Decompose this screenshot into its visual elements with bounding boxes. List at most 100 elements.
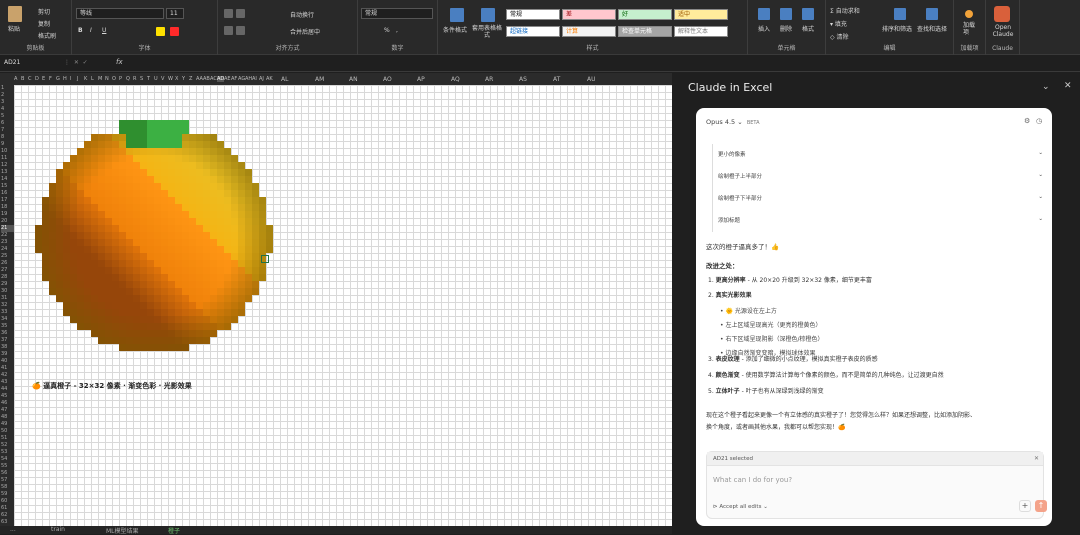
selected-cell-ad21[interactable] <box>261 255 269 263</box>
row-header[interactable]: 37 <box>1 337 7 344</box>
conditional-format-button[interactable]: 条件格式 <box>443 25 467 34</box>
bold-button[interactable]: B <box>78 27 83 34</box>
column-header[interactable]: Z <box>189 76 192 82</box>
percent-button[interactable]: % <box>384 27 390 34</box>
row-header[interactable]: 29 <box>1 281 7 288</box>
row-header[interactable]: 34 <box>1 316 7 323</box>
column-header[interactable]: O <box>112 76 116 82</box>
row-header[interactable]: 26 <box>1 260 7 267</box>
row-header[interactable]: 27 <box>1 267 7 274</box>
column-header[interactable]: B <box>21 76 24 82</box>
italic-button[interactable]: I <box>90 27 92 34</box>
column-header[interactable]: AN <box>349 76 358 83</box>
column-header[interactable]: AQ <box>451 76 460 83</box>
close-icon[interactable]: ✕ <box>1064 81 1072 91</box>
column-header[interactable]: AP <box>417 76 425 83</box>
row-header[interactable]: 14 <box>1 176 7 183</box>
column-header[interactable]: AS <box>519 76 527 83</box>
row-header[interactable]: 12 <box>1 162 7 169</box>
row-header[interactable]: 20 <box>1 218 7 225</box>
step-item[interactable]: 更小的像素 ⌄ <box>718 150 1043 158</box>
row-header[interactable]: 54 <box>1 456 7 463</box>
column-header[interactable]: A <box>14 76 17 82</box>
row-header[interactable]: 1 <box>1 85 4 92</box>
font-color-icon[interactable] <box>170 27 179 36</box>
conditional-format-icon[interactable] <box>450 8 464 22</box>
column-header[interactable]: I <box>70 76 71 82</box>
row-header[interactable]: 57 <box>1 477 7 484</box>
row-header[interactable]: 4 <box>1 106 4 113</box>
sort-filter-icon[interactable] <box>894 8 906 20</box>
row-header[interactable]: 43 <box>1 379 7 386</box>
row-header[interactable]: 46 <box>1 400 7 407</box>
step-item[interactable]: 绘制橙子上半部分 ⌄ <box>718 172 1043 180</box>
cell-style-7[interactable]: 解释性文本 <box>674 26 728 37</box>
row-header[interactable]: 25 <box>1 253 7 260</box>
row-header[interactable]: 60 <box>1 498 7 505</box>
row-header[interactable]: 47 <box>1 407 7 414</box>
row-header[interactable]: 5 <box>1 113 4 120</box>
row-header[interactable]: 50 <box>1 428 7 435</box>
column-header[interactable]: V <box>161 76 164 82</box>
column-header[interactable]: F <box>49 76 52 82</box>
format-as-table-button[interactable]: 套用表格格式 <box>472 25 502 39</box>
row-header[interactable]: 58 <box>1 484 7 491</box>
column-header[interactable]: AK <box>266 76 273 82</box>
cell-style-3[interactable]: 适中 <box>674 9 728 20</box>
column-header[interactable]: G <box>56 76 60 82</box>
column-header[interactable]: AJ <box>259 76 264 82</box>
row-header[interactable]: 61 <box>1 505 7 512</box>
column-header[interactable]: AI <box>252 76 257 82</box>
row-header[interactable]: 52 <box>1 442 7 449</box>
column-header[interactable]: L <box>91 76 94 82</box>
row-header[interactable]: 6 <box>1 120 4 127</box>
row-header[interactable]: 53 <box>1 449 7 456</box>
row-header[interactable]: 55 <box>1 463 7 470</box>
column-header[interactable]: C <box>28 76 32 82</box>
row-header[interactable]: 2 <box>1 92 4 99</box>
history-icon[interactable]: ◷ <box>1036 117 1042 125</box>
sort-filter-button[interactable]: 排序和筛选 <box>882 24 912 33</box>
merge-center-button[interactable]: 合并后居中 <box>290 27 320 36</box>
row-header[interactable]: 22 <box>1 232 7 239</box>
column-header[interactable]: W <box>168 76 173 82</box>
cell-style-6[interactable]: 检查单元格 <box>618 26 672 37</box>
delete-icon[interactable] <box>780 8 792 20</box>
column-header[interactable]: T <box>147 76 150 82</box>
row-header[interactable]: 7 <box>1 127 4 134</box>
step-item[interactable]: 绘制橙子下半部分 ⌄ <box>718 194 1043 202</box>
row-header[interactable]: 3 <box>1 99 4 106</box>
align-left-icon[interactable] <box>224 26 233 35</box>
cell-style-2[interactable]: 好 <box>618 9 672 20</box>
column-header[interactable]: Q <box>126 76 130 82</box>
cell-area[interactable]: 🍊 逼真橙子 - 32×32 像素 · 渐变色彩 · 光影效果 <box>14 85 672 526</box>
row-header[interactable]: 40 <box>1 358 7 365</box>
column-header[interactable]: R <box>133 76 136 82</box>
autosum-button[interactable]: Σ 自动求和 <box>830 6 860 15</box>
row-header[interactable]: 33 <box>1 309 7 316</box>
name-box[interactable]: AD21 <box>4 59 20 66</box>
column-header[interactable]: AF <box>231 76 237 82</box>
row-header[interactable]: 16 <box>1 190 7 197</box>
fx-icon[interactable]: fx <box>116 58 123 66</box>
column-header[interactable]: AU <box>587 76 596 83</box>
row-header[interactable]: 39 <box>1 351 7 358</box>
clear-button[interactable]: ◇ 清除 <box>830 32 849 41</box>
fill-button[interactable]: ▾ 填充 <box>830 19 847 28</box>
row-header[interactable]: 9 <box>1 141 4 148</box>
row-header[interactable]: 51 <box>1 435 7 442</box>
addins-button[interactable]: 加载项 <box>963 22 977 36</box>
column-header[interactable]: K <box>84 76 87 82</box>
find-select-button[interactable]: 查找和选择 <box>917 24 947 33</box>
model-selector[interactable]: Opus 4.5 ⌄ BETA <box>706 118 760 126</box>
column-header[interactable]: M <box>98 76 102 82</box>
row-header[interactable]: 15 <box>1 183 7 190</box>
row-header[interactable]: 44 <box>1 386 7 393</box>
row-header[interactable]: 31 <box>1 295 7 302</box>
column-header[interactable]: AO <box>383 76 392 83</box>
row-header[interactable]: 10 <box>1 148 7 155</box>
accept-all-edits-button[interactable]: ⊳ Accept all edits ⌄ <box>713 504 768 510</box>
fill-color-icon[interactable] <box>156 27 165 36</box>
column-header[interactable]: AM <box>315 76 324 83</box>
column-header[interactable]: AT <box>553 76 560 83</box>
